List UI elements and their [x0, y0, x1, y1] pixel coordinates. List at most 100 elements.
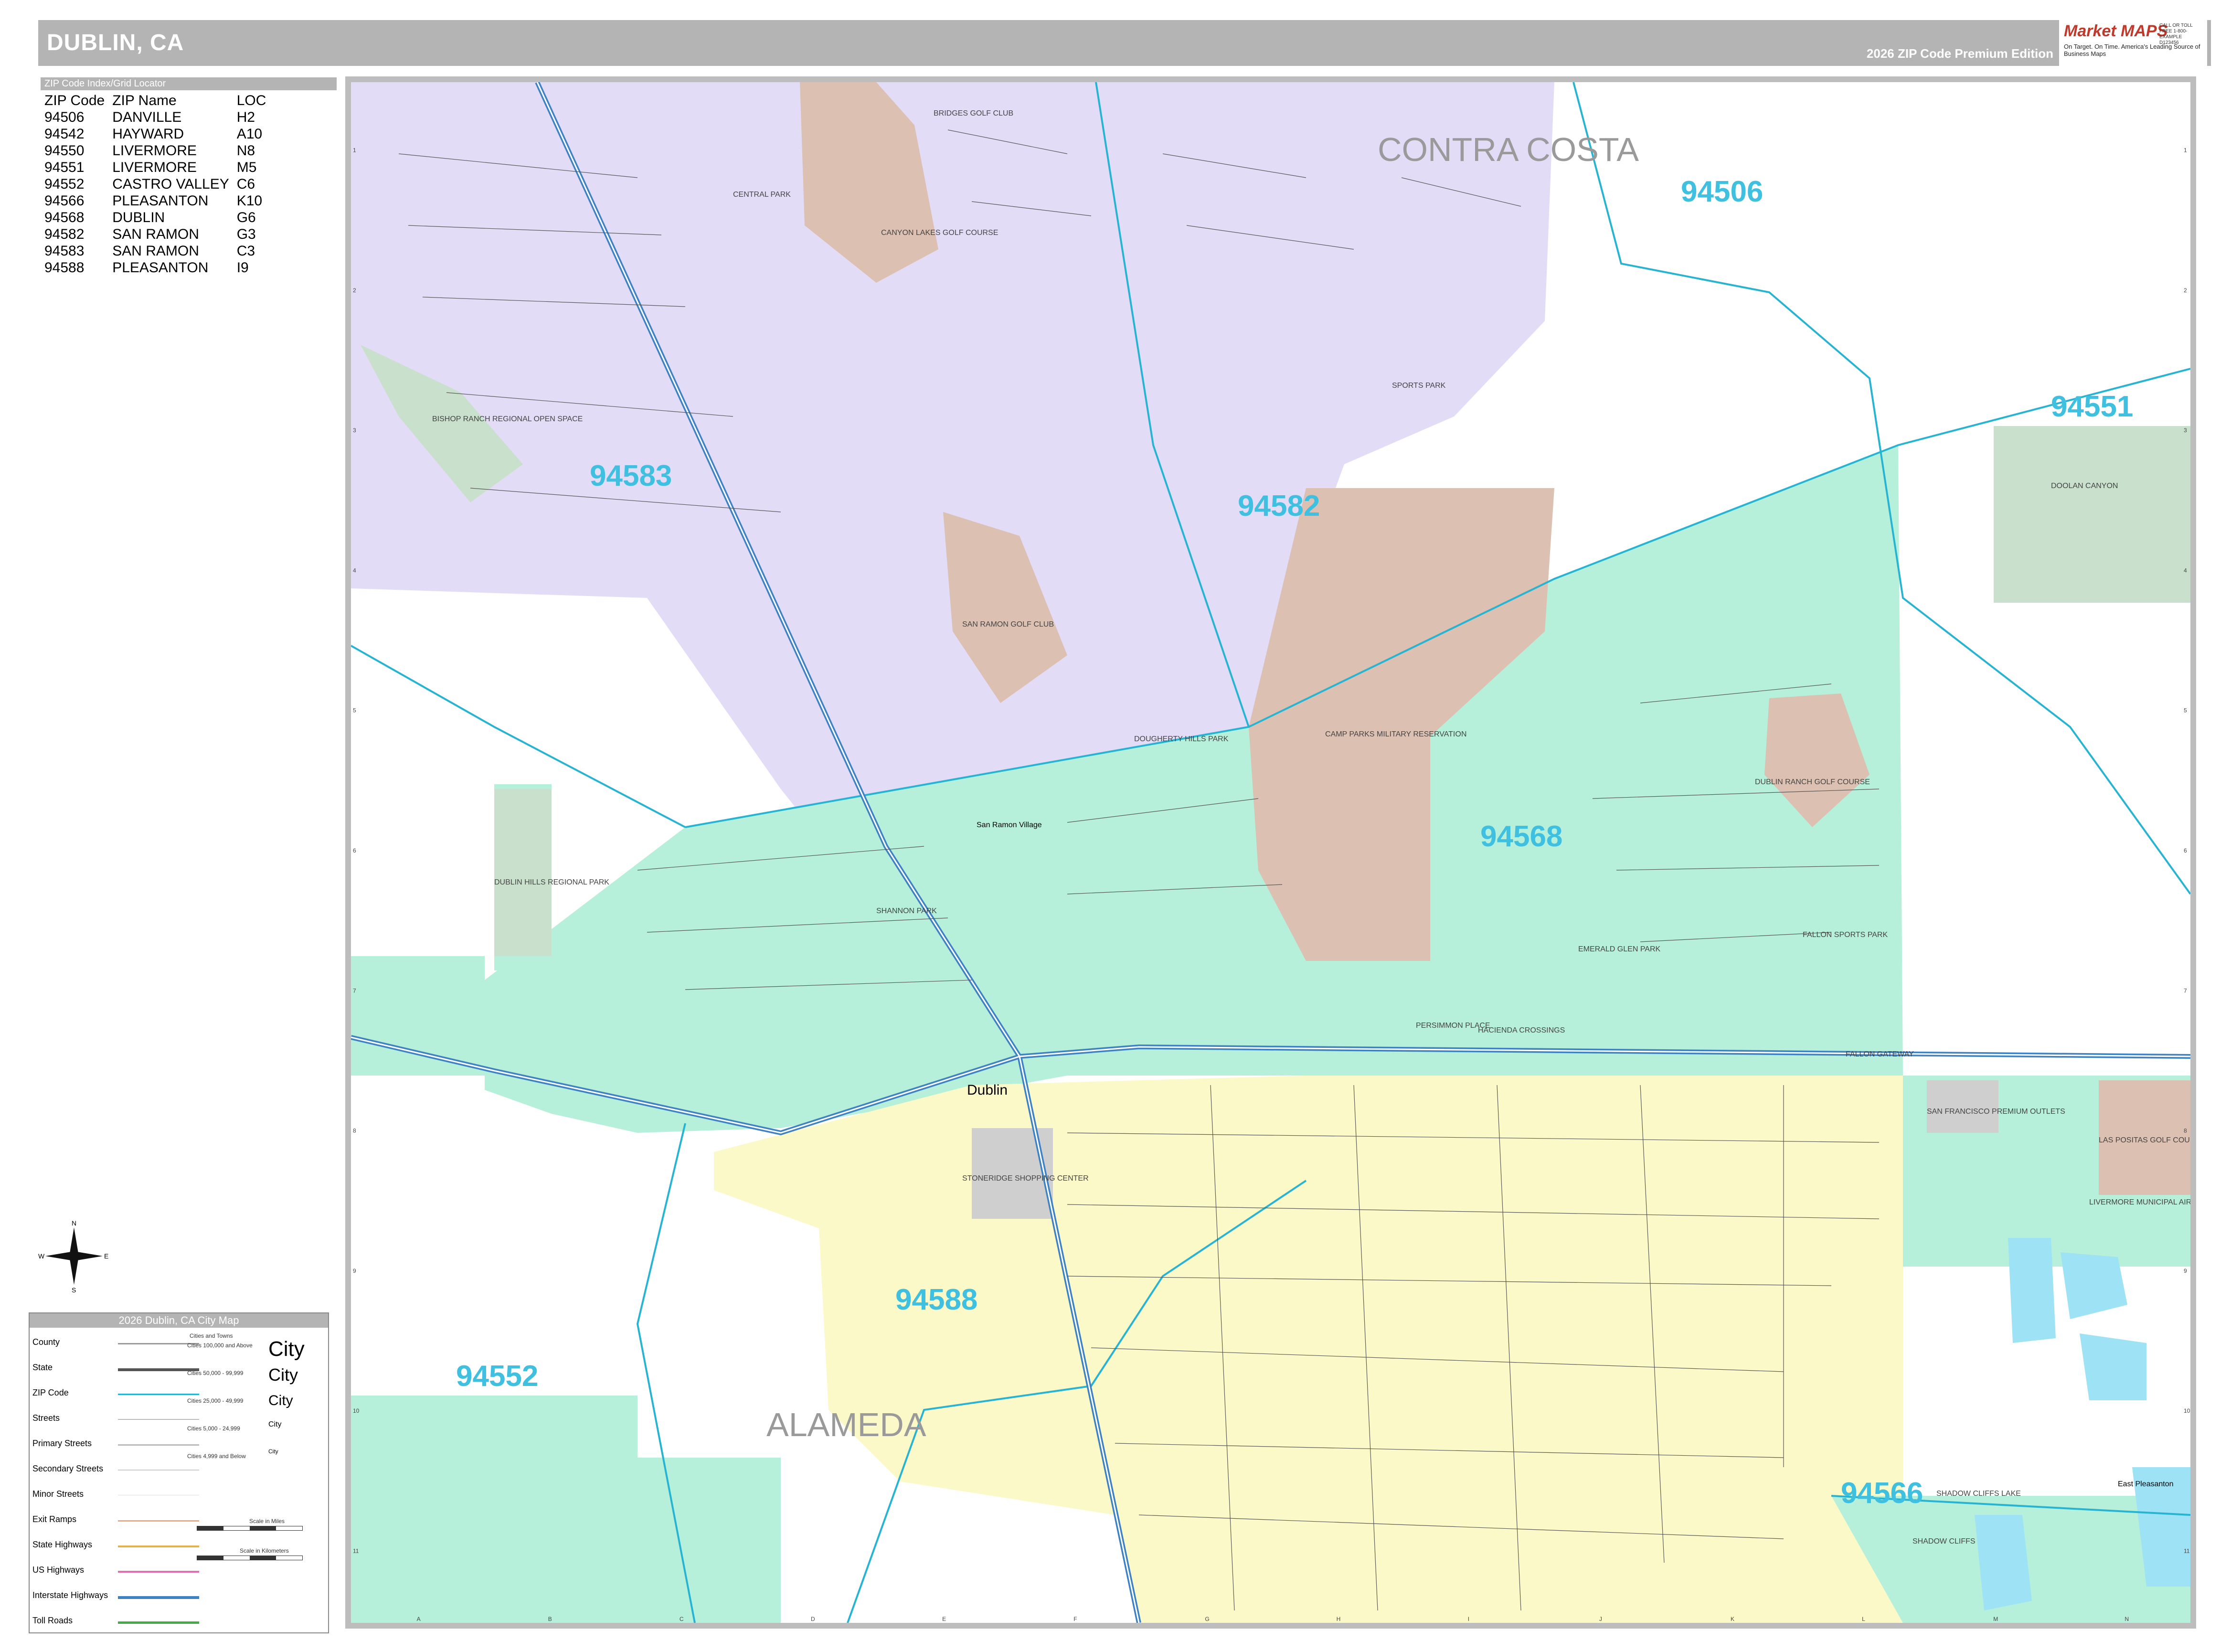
compass-n: N [72, 1219, 76, 1227]
legend-item-label: ZIP Code [32, 1388, 69, 1397]
zip-name-cell: PLEASANTON [112, 260, 209, 276]
grid-column-label: K [1731, 82, 1734, 83]
logo-contact-text: CALL OR TOLL FREE 1-800-EXAMPLE [2159, 23, 2193, 40]
zip-code-cell: 94550 [44, 143, 85, 159]
zip-loc-cell: N8 [236, 143, 255, 159]
shadow-cliffs-lake [1975, 1515, 2032, 1610]
feature-label: FALLON GATEWAY [1846, 1050, 1914, 1058]
legend-city-sample: City [268, 1393, 293, 1408]
grid-column-label: B [548, 1616, 552, 1622]
zip-code-cell: 94551 [44, 160, 85, 175]
legend-item-label: Interstate Highways [32, 1590, 108, 1600]
grid-column-label: K [1731, 1616, 1734, 1622]
grid-row-label: 4 [353, 567, 356, 574]
map-legend: 2026 Dublin, CA City Map County State ZIP … [29, 1312, 329, 1633]
zip-name-cell: PLEASANTON [112, 193, 209, 209]
feature-label: DUBLIN HILLS REGIONAL PARK [494, 878, 609, 886]
feature-label: DOUGHERTY HILLS PARK [1134, 735, 1229, 743]
logo-code: D123456 [2159, 40, 2179, 45]
grid-row-label: 9 [2184, 1268, 2187, 1274]
zip-label-94551: 94551 [2051, 390, 2133, 423]
grid-column-label: J [1599, 82, 1602, 83]
grid-row-label: 4 [2184, 567, 2187, 574]
logo-contact: CALL OR TOLL FREE 1-800-EXAMPLE D123456 [2159, 23, 2205, 46]
zip-label-94588: 94588 [895, 1283, 977, 1316]
zip-index-row: 94506 DANVILLE H2 [41, 109, 270, 126]
feature-label: LAS POSITAS GOLF COURSE [2099, 1136, 2190, 1144]
feature-label: SPORTS PARK [1392, 382, 1446, 390]
grid-column-label: I [1468, 1616, 1469, 1622]
legend-city-sample: City [268, 1365, 298, 1385]
legend-title: 2026 Dublin, CA City Map [30, 1313, 328, 1328]
grid-row-label: 11 [2184, 1547, 2190, 1554]
legend-line-sample [118, 1596, 199, 1599]
zip-label-94582: 94582 [1238, 490, 1320, 522]
legend-city-class-label: Cities 25,000 - 49,999 [187, 1397, 244, 1404]
county-label: CONTRA COSTA [1378, 131, 1639, 168]
feature-label: DUBLIN RANCH GOLF COURSE [1755, 778, 1870, 786]
zip-col-header: ZIP Code [44, 93, 105, 108]
grid-row-label: 2 [353, 287, 356, 294]
legend-line-sample [118, 1621, 199, 1624]
legend-line-sample [118, 1444, 199, 1446]
zip-index-row: 94552 CASTRO VALLEY C6 [41, 176, 270, 192]
city-label-dublin: Dublin [967, 1082, 1008, 1098]
grid-column-label: N [2125, 1616, 2129, 1622]
grid-column-label: M [1993, 82, 1998, 83]
grid-column-label: L [1862, 1616, 1865, 1622]
grid-column-label: G [1205, 82, 1209, 83]
doolan-canyon [1994, 426, 2190, 603]
legend-cities-header: Cities and Towns [190, 1332, 233, 1339]
grid-column-label: M [1993, 1616, 1998, 1622]
grid-column-label: B [548, 82, 552, 83]
grid-row-label: 9 [353, 1268, 356, 1274]
feature-label: SAN FRANCISCO PREMIUM OUTLETS [1927, 1108, 2065, 1116]
grid-column-label: F [1073, 82, 1077, 83]
scale-miles-label: Scale in Miles [249, 1518, 285, 1524]
feature-label: SHADOW CLIFFS [1912, 1537, 1976, 1545]
zip-label-94506: 94506 [1681, 175, 1763, 208]
legend-city-sample: City [268, 1337, 305, 1361]
zip-col-header: ZIP Name [112, 93, 177, 108]
map-title: DUBLIN, CA [47, 30, 184, 55]
legend-line-sample [118, 1419, 199, 1420]
map-canvas[interactable]: AABBCCDDEEFFGGHHIIJJKKLLMMNN112233445566… [351, 82, 2190, 1623]
grid-row-label: 8 [2184, 1128, 2187, 1134]
grid-column-label: D [811, 82, 815, 83]
legend-item-label: Minor Streets [32, 1489, 84, 1499]
legend-item-label: Streets [32, 1413, 60, 1423]
zip-index-panel: ZIP Code Index/Grid Locator ZIP Code ZIP… [41, 77, 337, 276]
zip-code-cell: 94566 [44, 193, 85, 209]
grid-row-label: 11 [353, 1547, 359, 1554]
feature-label: SHADOW CLIFFS LAKE [1936, 1490, 2021, 1498]
grid-row-label: 3 [353, 427, 356, 434]
zip-code-cell: 94506 [44, 109, 85, 125]
grid-row-label: 5 [353, 707, 356, 714]
zip-col-header: LOC [236, 93, 266, 108]
compass-needle [45, 1251, 103, 1261]
dublin-hills-regional-park [494, 789, 552, 956]
zip-index-row: 94550 LIVERMORE N8 [41, 142, 270, 159]
grid-row-label: 10 [2184, 1407, 2190, 1414]
zip-index-row: 94551 LIVERMORE M5 [41, 159, 270, 176]
grid-column-label: N [2125, 82, 2129, 83]
grid-row-label: 7 [2184, 987, 2187, 994]
zip-index-row: 94582 SAN RAMON G3 [41, 226, 270, 243]
grid-column-label: C [680, 82, 684, 83]
compass-w: W [38, 1252, 45, 1260]
grid-row-label: 1 [2184, 147, 2187, 154]
grid-column-label: H [1337, 82, 1341, 83]
zip-name-cell: DUBLIN [112, 210, 165, 225]
zip-code-cell: 94552 [44, 176, 85, 192]
feature-label: DOOLAN CANYON [2051, 482, 2118, 490]
zip-index-row: 94542 HAYWARD A10 [41, 126, 270, 142]
grid-column-label: L [1862, 82, 1865, 83]
legend-city-sample: City [268, 1448, 278, 1455]
grid-row-label: 2 [2184, 287, 2187, 294]
grid-row-label: 5 [2184, 707, 2187, 714]
legend-city-class-label: Cities 50,000 - 99,999 [187, 1370, 244, 1376]
lake-3 [2080, 1333, 2146, 1400]
grid-row-label: 1 [353, 147, 356, 154]
legend-item-label: Secondary Streets [32, 1464, 104, 1473]
zip-index-table: ZIP Code ZIP Name LOC 94506 DANVILLE H2 945… [41, 92, 270, 276]
